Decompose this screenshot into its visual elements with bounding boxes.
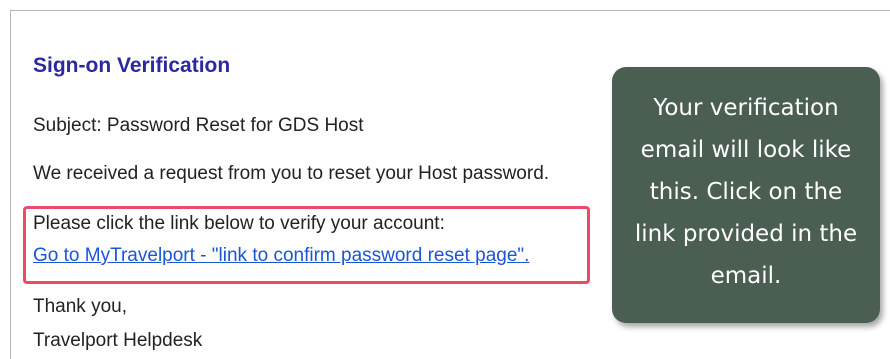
callout-line: email. xyxy=(710,263,782,289)
email-signature: Travelport Helpdesk xyxy=(33,330,203,351)
password-reset-link[interactable]: Go to MyTravelport - "link to confirm pa… xyxy=(33,245,529,267)
callout-line: this. Click on the xyxy=(649,179,843,205)
callout-line: email will look like xyxy=(640,137,852,163)
email-closing: Thank you, xyxy=(33,296,127,317)
callout-line: Your verification xyxy=(653,95,839,121)
verify-instruction: Please click the link below to verify yo… xyxy=(33,213,445,234)
email-request-message: We received a request from you to reset … xyxy=(33,163,550,184)
callout-line: link provided in the xyxy=(634,221,858,247)
email-heading: Sign-on Verification xyxy=(33,54,231,77)
email-subject-line: Subject: Password Reset for GDS Host xyxy=(33,115,364,136)
instruction-callout: Your verification email will look like t… xyxy=(612,67,880,323)
